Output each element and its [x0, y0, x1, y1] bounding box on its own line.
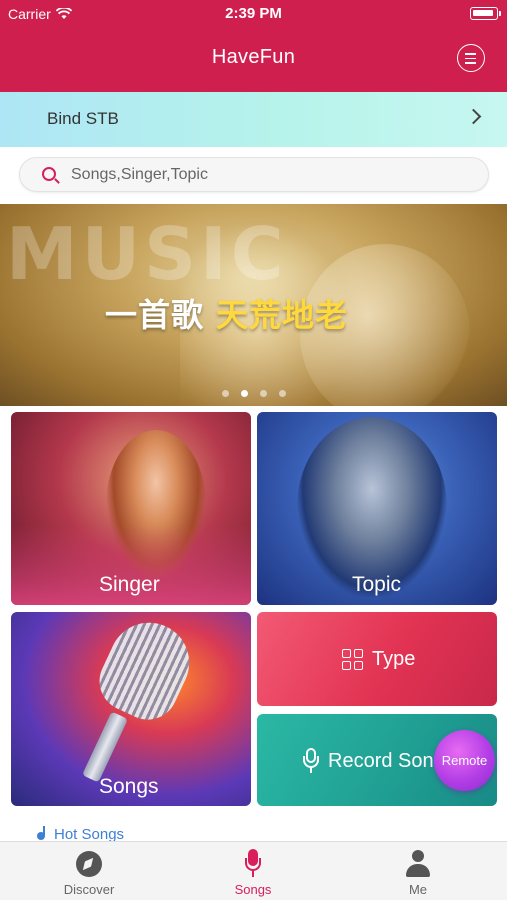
microphone-icon — [245, 849, 261, 878]
banner-tagline-white: 一首歌 — [105, 296, 205, 334]
bottom-tab-bar: Discover Songs Me — [0, 841, 507, 900]
songs-tile-label: Songs — [99, 775, 159, 798]
banner-tagline-yellow: 天荒地老 — [216, 296, 349, 334]
person-icon — [405, 850, 431, 878]
banner-page-dots[interactable] — [0, 390, 507, 397]
compass-icon — [76, 851, 102, 877]
tab-discover-label: Discover — [63, 882, 115, 897]
record-tile-content: Record Songs — [302, 748, 434, 774]
page-dot[interactable] — [259, 390, 267, 397]
tab-songs-label: Songs — [234, 882, 272, 897]
status-bar: Carrier 2:39 PM — [0, 0, 507, 28]
status-time: 2:39 PM — [225, 5, 282, 22]
app-title: HaveFun — [211, 46, 296, 68]
banner-background-word: MUSIC — [6, 212, 288, 296]
menu-list-icon[interactable] — [457, 44, 485, 72]
top-header: Carrier 2:39 PM HaveFun — [0, 0, 507, 92]
page-dot-active[interactable] — [240, 390, 248, 397]
tab-me-label: Me — [408, 882, 428, 897]
battery-icon — [470, 7, 501, 20]
promo-banner[interactable]: MUSIC 一首歌 天荒地老 — [0, 204, 507, 406]
topic-photo — [297, 417, 447, 597]
microphone-graphic — [89, 612, 203, 730]
singer-tile-label: Singer — [99, 573, 160, 596]
tab-me[interactable]: Me — [358, 842, 478, 900]
search-icon — [42, 167, 56, 181]
page-dot[interactable] — [221, 390, 229, 397]
banner-tagline: 一首歌 天荒地老 — [105, 290, 348, 336]
tab-discover[interactable]: Discover — [29, 842, 149, 900]
bind-stb-label: Bind STB — [47, 109, 119, 128]
page-dot[interactable] — [278, 390, 286, 397]
bind-stb-row[interactable]: Bind STB — [0, 92, 507, 147]
tab-songs[interactable]: Songs — [193, 842, 313, 900]
music-note-icon — [36, 826, 48, 840]
hot-songs-section-header: Hot Songs — [36, 826, 124, 842]
search-input[interactable] — [71, 164, 471, 186]
remote-button[interactable]: Remote — [434, 730, 495, 791]
search-bar[interactable] — [19, 157, 489, 192]
microphone-icon — [302, 748, 320, 774]
microphone-stand-graphic — [82, 711, 128, 783]
grid-icon — [342, 648, 364, 671]
topic-tile-label: Topic — [352, 573, 402, 596]
type-tile-label: Type — [372, 648, 416, 670]
hot-songs-label: Hot Songs — [54, 826, 125, 842]
record-songs-label: Record Songs — [328, 749, 434, 772]
chevron-right-icon — [465, 108, 482, 125]
type-tile-content: Type — [342, 648, 415, 671]
record-songs-label-clip: Record Songs — [328, 750, 434, 773]
